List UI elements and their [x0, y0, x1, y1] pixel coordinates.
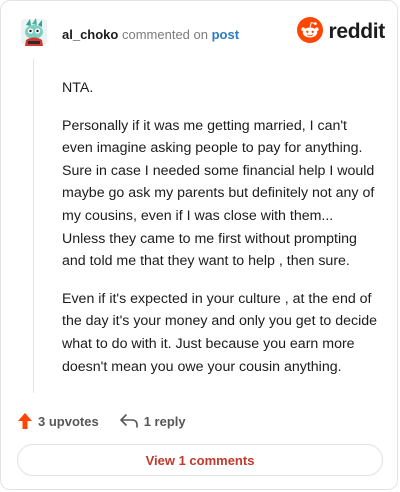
reddit-logo-icon — [297, 16, 324, 48]
user-avatar[interactable] — [17, 15, 51, 49]
comment-paragraph: Even if it's expected in your culture , … — [62, 290, 378, 375]
comment-body: NTA. Personally if it was me getting mar… — [62, 77, 380, 393]
username-link[interactable]: al_choko — [62, 27, 118, 42]
comment-card: al_choko commented on post reddit NTA. P… — [0, 0, 398, 490]
reply-button[interactable]: 1 reply — [119, 413, 186, 429]
byline-action-text: commented on — [121, 27, 208, 42]
reply-count: 1 reply — [143, 413, 186, 429]
upvote-arrow-icon — [18, 413, 32, 429]
comment-paragraph: Personally if it was me getting married,… — [62, 117, 375, 270]
thread-line — [33, 59, 34, 393]
comment-header: al_choko commented on post reddit — [17, 15, 385, 51]
upvote-count: 3 upvotes — [38, 413, 99, 429]
reddit-brand[interactable]: reddit — [297, 16, 385, 48]
post-link[interactable]: post — [212, 27, 239, 42]
view-comments-button[interactable]: View 1 comments — [17, 444, 383, 476]
comment-actions: 3 upvotes 1 reply — [18, 411, 186, 431]
reddit-wordmark: reddit — [328, 20, 385, 43]
comment-paragraph: NTA. — [62, 80, 94, 96]
upvote-button[interactable]: 3 upvotes — [18, 413, 99, 429]
comment-byline: al_choko commented on post — [62, 27, 239, 42]
reply-arrow-icon — [119, 414, 138, 428]
